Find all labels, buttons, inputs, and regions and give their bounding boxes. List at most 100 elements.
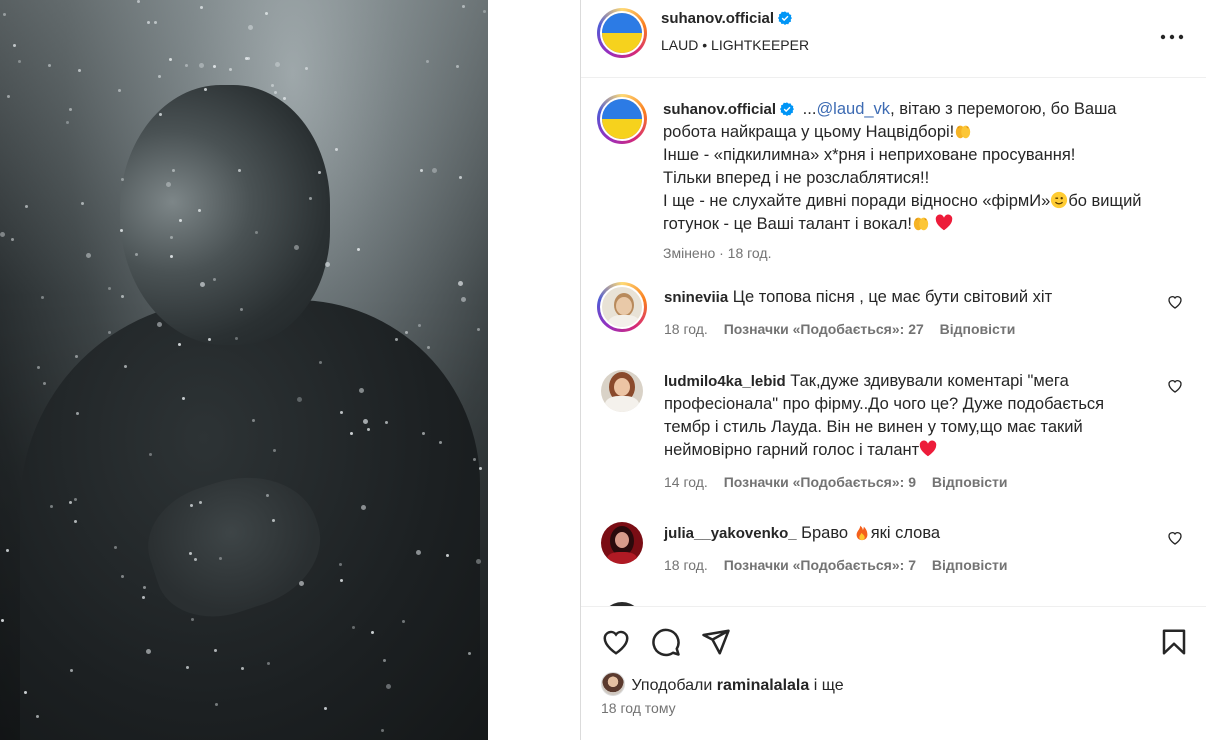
- post-time[interactable]: 18 год тому: [601, 700, 676, 716]
- snowflake: [199, 63, 204, 68]
- snowflake: [48, 64, 51, 67]
- comment-username[interactable]: snineviia: [664, 289, 728, 306]
- snowflake: [200, 6, 203, 9]
- heart-icon[interactable]: [1167, 378, 1183, 394]
- wink-emoji: [1051, 191, 1068, 209]
- snowflake: [352, 626, 355, 629]
- caption-mention[interactable]: @laud_vk: [816, 100, 890, 118]
- snowflake: [383, 659, 386, 662]
- snowflake: [114, 546, 117, 549]
- audio-subtitle[interactable]: LAUD • LIGHTKEEPER: [661, 37, 809, 53]
- snowflake: [324, 707, 327, 710]
- snowflake: [121, 178, 124, 181]
- author-avatar[interactable]: [597, 8, 647, 58]
- snowflake: [146, 649, 151, 654]
- snowflake: [143, 586, 146, 589]
- snowflake: [178, 343, 181, 346]
- snowflake: [1, 619, 4, 622]
- comment-body: julia__yakovenko_ Браво які слова 18 год…: [664, 522, 1144, 577]
- audio-separator: •: [702, 37, 708, 53]
- comment-username[interactable]: ludmilo4ka_lebid: [664, 373, 786, 390]
- ukraine-flag-avatar: [600, 97, 644, 141]
- heart-icon[interactable]: [1167, 530, 1183, 546]
- comment-text: Це топова пісня , це має бути світовий х…: [732, 288, 1053, 306]
- reply-button[interactable]: Відповісти: [932, 557, 1008, 573]
- snowflake: [208, 338, 211, 341]
- author-username[interactable]: suhanov.official: [661, 10, 774, 27]
- comment-time[interactable]: 18 год.: [664, 321, 708, 337]
- snowflake: [427, 346, 430, 349]
- caption-meta: Змінено · 18 год.: [663, 245, 772, 261]
- clap-emoji: [913, 217, 929, 231]
- snowflake: [319, 361, 322, 364]
- liked-by: Уподобали raminalalala і ще: [601, 672, 844, 696]
- comment-time[interactable]: 14 год.: [664, 474, 708, 490]
- caption-username[interactable]: suhanov.official: [663, 101, 776, 118]
- snowflake: [81, 202, 84, 205]
- snowflake: [274, 91, 277, 94]
- snowflake: [426, 60, 429, 63]
- liked-user[interactable]: raminalalala: [717, 677, 810, 694]
- snowflake: [252, 419, 255, 422]
- comments-list[interactable]: suhanov.official ...@laud_vk, вітаю з пе…: [581, 78, 1206, 606]
- photo-figure-head: [120, 85, 330, 345]
- snowflake: [13, 44, 16, 47]
- liked-suffix[interactable]: і ще: [809, 677, 844, 694]
- caption-avatar[interactable]: [597, 94, 647, 144]
- snowflake: [24, 691, 27, 694]
- snowflake: [350, 432, 353, 435]
- snowflake: [118, 89, 121, 92]
- comment-likes[interactable]: Позначки «Подобається»: 9: [724, 474, 916, 490]
- commenter-avatar[interactable]: [601, 522, 643, 564]
- author-info: suhanov.official LAUD • LIGHTKEEPER: [661, 10, 809, 53]
- snowflake: [309, 197, 312, 200]
- heart-icon[interactable]: [1167, 294, 1183, 310]
- snowflake: [169, 58, 172, 61]
- liked-prefix: Уподобали: [631, 677, 717, 694]
- snowflake: [357, 248, 360, 251]
- snowflake: [359, 388, 364, 393]
- snowflake: [335, 148, 338, 151]
- post-photo: [0, 0, 488, 740]
- comment-username[interactable]: julia__yakovenko_: [664, 525, 797, 542]
- comment-item: snineviia Це топова пісня , це має бути …: [597, 282, 1191, 356]
- snowflake: [283, 97, 286, 100]
- snowflake: [468, 652, 471, 655]
- liker-avatar[interactable]: [601, 672, 625, 696]
- caption-line-2: Інше - «підкилимна» х*рня і неприховане …: [663, 146, 1076, 164]
- snowflake: [137, 0, 140, 3]
- comment-item: ludmilo4ka_lebid Так,дуже здивували коме…: [601, 370, 1191, 510]
- comment-likes[interactable]: Позначки «Подобається»: 27: [724, 321, 924, 337]
- comment-item: julia__yakovenko_ Браво які слова 18 год…: [601, 522, 1191, 592]
- snowflake: [0, 232, 5, 237]
- snowflake: [318, 171, 321, 174]
- snowflake: [75, 355, 78, 358]
- comment-icon[interactable]: [651, 627, 681, 657]
- snowflake: [120, 229, 123, 232]
- comment-likes[interactable]: Позначки «Подобається»: 7: [724, 557, 916, 573]
- reply-button[interactable]: Відповісти: [932, 474, 1008, 490]
- heart-icon[interactable]: [601, 627, 631, 657]
- share-icon[interactable]: [701, 627, 731, 657]
- snowflake: [416, 550, 421, 555]
- comment-time[interactable]: 18 год.: [664, 557, 708, 573]
- commenter-avatar[interactable]: [597, 282, 647, 332]
- reply-button[interactable]: Відповісти: [940, 321, 1016, 337]
- more-icon[interactable]: [1160, 28, 1184, 40]
- snowflake: [121, 295, 124, 298]
- snowflake: [381, 729, 384, 732]
- snowflake: [265, 12, 268, 15]
- snowflake: [185, 64, 188, 67]
- bookmark-icon[interactable]: [1159, 627, 1189, 657]
- snowflake: [248, 25, 253, 30]
- snowflake: [386, 684, 391, 689]
- snowflake: [273, 449, 276, 452]
- commenter-avatar[interactable]: [601, 370, 643, 412]
- snowflake: [25, 205, 28, 208]
- snowflake: [294, 245, 299, 250]
- snowflake: [339, 563, 342, 566]
- snowflake: [199, 501, 202, 504]
- snowflake: [240, 308, 243, 311]
- snowflake: [36, 715, 39, 718]
- post-media[interactable]: [0, 0, 580, 740]
